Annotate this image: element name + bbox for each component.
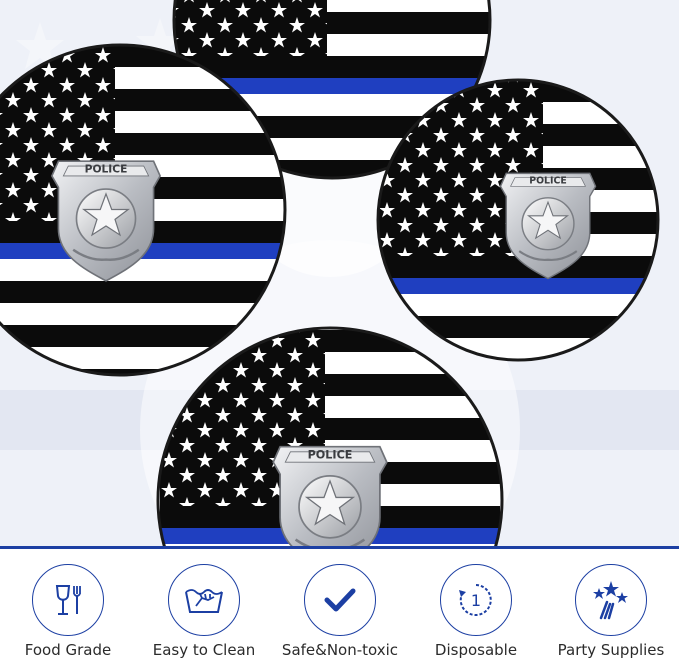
hand-wash-icon bbox=[168, 564, 240, 636]
feature-safe-non-toxic: Safe&Non-toxic bbox=[272, 549, 408, 663]
plates-photo: POLICE POLICE POLICE bbox=[0, 0, 679, 548]
feature-disposable: 1 Disposable bbox=[408, 549, 544, 663]
feature-label: Food Grade bbox=[24, 641, 112, 659]
product-image: POLICE POLICE POLICE Food Grade Easy to … bbox=[0, 0, 679, 663]
fork-glass-icon bbox=[32, 564, 104, 636]
disposable-cycle-icon: 1 bbox=[440, 564, 512, 636]
feature-easy-to-clean: Easy to Clean bbox=[136, 549, 272, 663]
checkmark-icon bbox=[304, 564, 376, 636]
badge-text-bottom: POLICE bbox=[308, 449, 353, 462]
svg-text:1: 1 bbox=[471, 591, 481, 610]
plates-illustration: POLICE POLICE POLICE bbox=[0, 0, 679, 548]
feature-label: Safe&Non-toxic bbox=[281, 641, 399, 659]
badge-text-left: POLICE bbox=[85, 163, 128, 176]
party-stars-icon bbox=[575, 564, 647, 636]
feature-label: Disposable bbox=[434, 641, 518, 659]
feature-food-grade: Food Grade bbox=[0, 549, 136, 663]
feature-label: Easy to Clean bbox=[152, 641, 256, 659]
feature-party-supplies: Party Supplies bbox=[543, 549, 679, 663]
feature-row: Food Grade Easy to Clean Safe&Non-toxic bbox=[0, 549, 679, 663]
feature-label: Party Supplies bbox=[557, 641, 665, 659]
badge-text-right: POLICE bbox=[529, 175, 566, 186]
